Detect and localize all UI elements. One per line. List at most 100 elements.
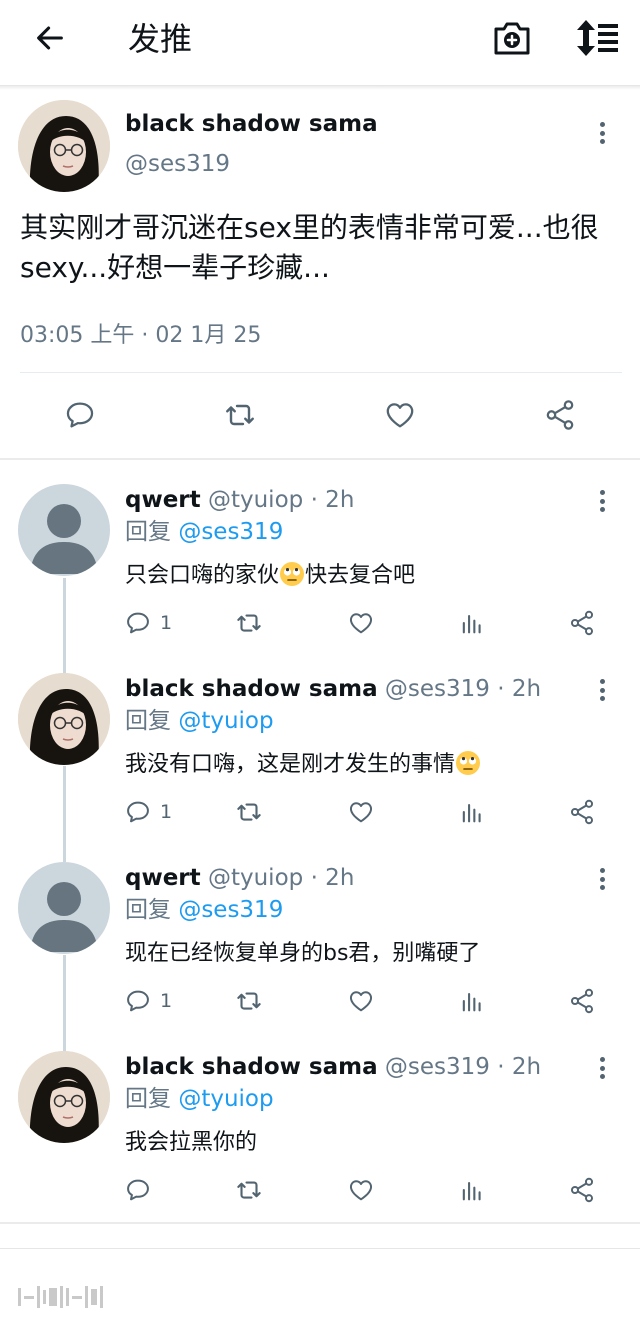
like-button[interactable] [380, 390, 420, 440]
partial-list-item[interactable] [0, 1248, 640, 1340]
analytics-button[interactable] [458, 606, 486, 640]
more-dot [599, 679, 605, 684]
author-name[interactable]: black shadow sama [125, 108, 378, 140]
share-button[interactable] [568, 606, 596, 640]
reply-icon [127, 801, 149, 823]
avatar[interactable] [18, 673, 110, 765]
more-dot [599, 1074, 605, 1079]
reply-button[interactable] [60, 390, 100, 440]
reply-text-part: 只会口嗨的家伙 [125, 563, 280, 588]
more-options-button[interactable] [592, 864, 612, 894]
author-name[interactable]: qwert [125, 865, 201, 891]
like-button[interactable] [347, 984, 375, 1018]
like-button[interactable] [347, 1173, 375, 1207]
back-button[interactable] [30, 18, 70, 58]
reply-header: black shadow sama @ses319 · 2h [125, 1051, 541, 1083]
reply-time: · 2h [310, 865, 355, 891]
mention-link[interactable]: @ses319 [178, 897, 283, 923]
more-options-button[interactable] [592, 486, 612, 516]
more-dot [599, 507, 605, 512]
retweet-button[interactable] [234, 1173, 264, 1207]
reply-time: · 2h [310, 487, 355, 513]
more-dot [599, 139, 605, 144]
retweet-icon [226, 404, 254, 426]
profile-photo-icon [18, 1051, 110, 1143]
share-icon [570, 799, 594, 825]
mention-link[interactable]: @tyuiop [178, 1086, 273, 1112]
analytics-button[interactable] [458, 984, 486, 1018]
heart-icon [386, 403, 414, 428]
replying-to: 回复 @ses319 [125, 516, 283, 548]
share-button[interactable] [568, 1173, 596, 1207]
more-dot [599, 876, 605, 882]
more-dot [599, 696, 605, 701]
share-button[interactable] [540, 390, 580, 440]
reply-time: · 2h [497, 1054, 542, 1080]
reply-icon [66, 402, 94, 428]
like-button[interactable] [347, 795, 375, 829]
reply-text-part: 我没有口嗨，这是刚才发生的事情 [125, 752, 456, 777]
reply-text: 我会拉黑你的 [125, 1130, 258, 1155]
author-name[interactable]: black shadow sama [125, 676, 378, 702]
analytics-icon [462, 1181, 481, 1201]
profile-photo-icon [18, 673, 110, 765]
analytics-icon [462, 803, 481, 823]
retweet-button[interactable] [234, 984, 264, 1018]
share-button[interactable] [568, 984, 596, 1018]
heart-icon [349, 991, 373, 1012]
reply-button[interactable]: 1 [124, 606, 172, 640]
retweet-button[interactable] [234, 795, 264, 829]
sort-button[interactable] [572, 16, 622, 60]
author-handle[interactable]: @tyuiop [208, 487, 303, 513]
mention-link[interactable]: @ses319 [178, 519, 283, 545]
reply-button[interactable]: 1 [124, 984, 172, 1018]
divider [20, 372, 622, 373]
reply-count: 1 [160, 990, 173, 1012]
profile-photo-icon [18, 100, 110, 192]
default-avatar-icon [30, 882, 98, 952]
reply-actions: 1 [0, 795, 640, 829]
share-button[interactable] [568, 795, 596, 829]
reply-actions [0, 1173, 640, 1207]
avatar[interactable] [18, 100, 110, 192]
reply-header: qwert @tyuiop · 2h [125, 862, 354, 894]
reply-actions: 1 [0, 606, 640, 640]
reply-button[interactable] [124, 1173, 160, 1207]
author-handle[interactable]: @ses319 [125, 148, 230, 180]
camera-button[interactable] [490, 16, 534, 60]
more-dot [599, 885, 605, 890]
avatar[interactable] [18, 484, 110, 576]
reply-button[interactable]: 1 [124, 795, 172, 829]
more-options-button[interactable] [592, 118, 612, 148]
avatar[interactable] [18, 1051, 110, 1143]
author-handle[interactable]: @tyuiop [208, 865, 303, 891]
reply-text-part: 快去复合吧 [305, 563, 416, 588]
analytics-button[interactable] [458, 795, 486, 829]
heart-icon [349, 802, 373, 823]
analytics-button[interactable] [458, 1173, 486, 1207]
share-icon [546, 400, 574, 430]
author-name[interactable]: qwert [125, 487, 201, 513]
mention-link[interactable]: @tyuiop [178, 708, 273, 734]
reply-icon [127, 990, 149, 1012]
reply-text: 只会口嗨的家伙 快去复合吧 [125, 560, 415, 592]
replying-to-label: 回复 [125, 519, 171, 545]
retweet-icon [237, 614, 261, 632]
more-options-button[interactable] [592, 675, 612, 705]
reply-text: 现在已经恢复单身的bs君，别嘴硬了 [125, 941, 481, 966]
avatar[interactable] [18, 862, 110, 954]
author-handle[interactable]: @ses319 [385, 1054, 490, 1080]
author-handle[interactable]: @ses319 [385, 676, 490, 702]
reply-count: 1 [160, 612, 173, 634]
author-name[interactable]: black shadow sama [125, 1054, 378, 1080]
more-options-button[interactable] [592, 1053, 612, 1083]
analytics-icon [462, 992, 481, 1012]
share-icon [570, 988, 594, 1014]
heart-icon [349, 613, 373, 634]
tweet-timestamp: 03:05 上午 · 02 1月 25 [20, 323, 262, 348]
retweet-button[interactable] [234, 606, 264, 640]
reply-tweet: black shadow sama @ses319 · 2h 回复 @tyuio… [0, 673, 640, 862]
like-button[interactable] [347, 606, 375, 640]
replying-to-label: 回复 [125, 708, 171, 734]
retweet-button[interactable] [220, 390, 260, 440]
